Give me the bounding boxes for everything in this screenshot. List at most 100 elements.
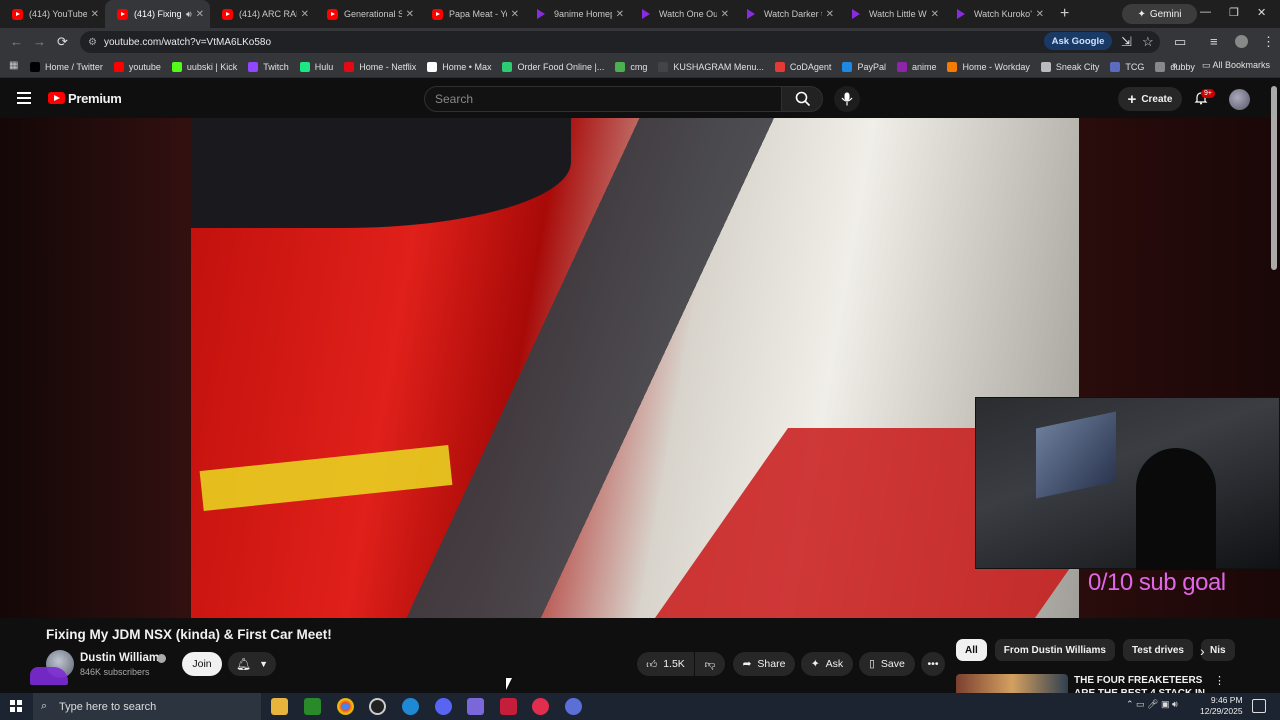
- chrome-icon[interactable]: [337, 698, 354, 715]
- browser-tab[interactable]: Watch Kuroko's ✕: [945, 0, 1050, 28]
- bookmark-item[interactable]: Order Food Online |...: [502, 61, 604, 72]
- taskbar-clock[interactable]: 9:46 PM 12/29/2025: [1200, 695, 1243, 717]
- browser-tab[interactable]: Papa Meat - You ✕: [420, 0, 525, 28]
- recommendation-thumbnail[interactable]: [956, 674, 1068, 694]
- close-tab-icon[interactable]: ✕: [931, 9, 939, 20]
- app-icon[interactable]: [565, 698, 582, 715]
- channel-name[interactable]: Dustin Williams: [80, 652, 166, 664]
- filter-chip[interactable]: Test drives: [1122, 639, 1193, 661]
- bookmark-item[interactable]: youtube: [113, 61, 161, 72]
- video-frame[interactable]: [191, 118, 1079, 618]
- close-tab-icon[interactable]: ✕: [721, 9, 729, 20]
- close-tab-icon[interactable]: ✕: [301, 9, 309, 20]
- close-tab-icon[interactable]: ✕: [826, 9, 834, 20]
- share-button[interactable]: ➦ Share: [733, 652, 795, 676]
- bookmark-item[interactable]: Home • Max: [427, 61, 491, 72]
- page-scrollbar[interactable]: [1271, 86, 1277, 270]
- ask-google-button[interactable]: Ask Google: [1044, 32, 1112, 50]
- windows-start-icon[interactable]: [10, 700, 22, 712]
- account-avatar[interactable]: [1229, 89, 1250, 110]
- new-tab-button[interactable]: +: [1050, 5, 1079, 23]
- voice-search-button[interactable]: [834, 86, 860, 112]
- youtube-brand[interactable]: Premium: [68, 91, 122, 106]
- close-tab-icon[interactable]: ✕: [91, 9, 99, 20]
- save-button[interactable]: ▯ Save: [859, 652, 915, 676]
- install-icon[interactable]: ⇲: [1121, 34, 1132, 50]
- edge-icon[interactable]: [402, 698, 419, 715]
- bookmark-item[interactable]: CoDAgent: [774, 61, 831, 72]
- filter-chip[interactable]: All: [956, 639, 987, 661]
- filter-chip[interactable]: Nis: [1201, 639, 1235, 661]
- file-explorer-icon[interactable]: [271, 698, 288, 715]
- all-bookmarks-button[interactable]: ▭ All Bookmarks: [1202, 60, 1270, 71]
- bookmark-item[interactable]: KUSHAGRAM Menu...: [658, 61, 764, 72]
- close-tab-icon[interactable]: ✕: [511, 9, 519, 20]
- ask-button[interactable]: ✦ Ask: [801, 652, 853, 676]
- close-tab-icon[interactable]: ✕: [196, 9, 204, 20]
- browser-tab[interactable]: Watch One Outs ✕: [630, 0, 735, 28]
- browser-tab[interactable]: Generational Sc ✕: [315, 0, 420, 28]
- youtube-logo-icon[interactable]: [48, 92, 65, 104]
- bookmarks-overflow-icon[interactable]: »: [1172, 60, 1178, 71]
- bookmark-item[interactable]: Home - Netflix: [344, 61, 416, 72]
- browser-tab[interactable]: 9anime Homep ✕: [525, 0, 630, 28]
- minimize-button[interactable]: —: [1200, 6, 1211, 18]
- apps-grid-icon[interactable]: ▦: [9, 60, 18, 71]
- browser-tab[interactable]: (414) YouTube ✕: [0, 0, 105, 28]
- dislike-button[interactable]: 👎︎: [695, 652, 725, 676]
- browser-tab[interactable]: (414) Fixing 🔊︎ ✕: [105, 0, 210, 28]
- profile-avatar[interactable]: [1235, 35, 1248, 48]
- more-actions-button[interactable]: •••: [921, 652, 945, 676]
- media-controls-icon[interactable]: ≡: [1210, 34, 1218, 49]
- riot-icon[interactable]: [500, 698, 517, 715]
- back-button[interactable]: ←: [10, 34, 23, 49]
- chrome-menu-icon[interactable]: ⋮: [1262, 34, 1275, 50]
- bookmark-item[interactable]: Twitch: [248, 61, 289, 72]
- url-bar[interactable]: ⚙ youtube.com/watch?v=VtMA6LKo58o: [80, 31, 1160, 53]
- bookmark-item[interactable]: cmg: [615, 61, 647, 72]
- audio-playing-icon[interactable]: 🔊︎: [186, 9, 192, 20]
- bookmark-star-icon[interactable]: ☆: [1142, 34, 1154, 50]
- restore-button[interactable]: ❐: [1229, 6, 1239, 19]
- taskbar-search-input[interactable]: ⌕ Type here to search: [33, 693, 261, 720]
- media-player-icon[interactable]: [532, 698, 549, 715]
- bookmark-item[interactable]: Home - Workday: [947, 61, 1030, 72]
- video-player[interactable]: 0/10 sub goal: [0, 118, 1280, 618]
- notification-center-icon[interactable]: [1252, 699, 1266, 713]
- join-button[interactable]: Join: [182, 652, 222, 676]
- create-button[interactable]: + Create: [1118, 87, 1182, 111]
- bookmark-item[interactable]: anime: [896, 61, 936, 72]
- bookmark-item[interactable]: Home / Twitter: [30, 61, 103, 72]
- browser-tab[interactable]: (414) ARC RAIDI ✕: [210, 0, 315, 28]
- forward-button[interactable]: →: [33, 34, 46, 49]
- hamburger-menu-icon[interactable]: [17, 92, 31, 104]
- discord-icon[interactable]: [435, 698, 452, 715]
- gemini-button[interactable]: ✦ Gemini: [1122, 4, 1197, 24]
- reload-button[interactable]: ⟳: [57, 34, 68, 50]
- like-button[interactable]: 👍︎ 1.5K: [637, 652, 694, 676]
- browser-tab[interactable]: Watch Little Wit ✕: [840, 0, 945, 28]
- sidepanel-icon[interactable]: ▭: [1174, 34, 1186, 50]
- bookmark-item[interactable]: uubski | Kick: [171, 61, 237, 72]
- search-input[interactable]: Search: [424, 86, 782, 112]
- system-tray[interactable]: ⌃ ▭ 🎤︎ ▣ 🔊︎: [1126, 699, 1178, 710]
- close-tab-icon[interactable]: ✕: [406, 9, 414, 20]
- bookmark-item[interactable]: TCG: [1110, 61, 1144, 72]
- site-info-icon[interactable]: ⚙: [88, 37, 97, 48]
- browser-tab[interactable]: Watch Darker th ✕: [735, 0, 840, 28]
- filter-chip[interactable]: From Dustin Williams: [994, 639, 1115, 661]
- close-window-button[interactable]: ✕: [1257, 6, 1266, 19]
- obs-icon[interactable]: [369, 698, 386, 715]
- recommendation-title[interactable]: THE FOUR FREAKETEERS ARE THE BEST 4 STAC…: [1074, 674, 1208, 694]
- more-vertical-icon[interactable]: ⋮: [1214, 674, 1225, 687]
- gamepad-icon[interactable]: [467, 698, 484, 715]
- xbox-icon[interactable]: [304, 698, 321, 715]
- bookmark-item[interactable]: PayPal: [842, 61, 886, 72]
- close-tab-icon[interactable]: ✕: [1036, 9, 1044, 20]
- subscription-bell-button[interactable]: 🔔︎ ▼: [228, 652, 276, 676]
- search-button[interactable]: [781, 86, 823, 112]
- bookmark-item[interactable]: Sneak City: [1040, 61, 1099, 72]
- bookmark-item[interactable]: Hulu: [299, 61, 333, 72]
- close-tab-icon[interactable]: ✕: [616, 9, 624, 20]
- chevron-right-icon[interactable]: ›: [1200, 643, 1205, 659]
